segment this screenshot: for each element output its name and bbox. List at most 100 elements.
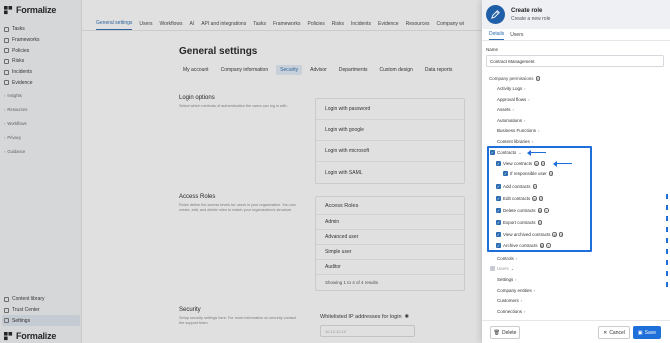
checkbox-checked[interactable]: ✓ xyxy=(496,243,501,248)
perm-business-functions[interactable]: Business Functions › xyxy=(497,128,539,133)
chevron-down-icon[interactable]: ⌄ xyxy=(518,150,521,155)
help-icon[interactable]: ? xyxy=(537,220,543,225)
help-icon[interactable]: ? xyxy=(532,184,538,189)
perm-export-contracts[interactable]: ✓ Export contracts? xyxy=(496,220,543,225)
trash-icon: 🗑 xyxy=(493,329,500,336)
delete-button[interactable]: 🗑 Delete xyxy=(490,326,520,339)
perm-label: Add contracts xyxy=(503,184,531,189)
permissions-label: Company permissions ? xyxy=(489,76,541,81)
help-icon[interactable]: ? xyxy=(538,196,544,201)
chevron-right-icon[interactable]: › xyxy=(513,107,514,112)
perm-view-archived-contracts[interactable]: ✓ View archived contracts ⚙? xyxy=(496,232,564,237)
chevron-right-icon[interactable]: › xyxy=(524,309,525,314)
checkbox-checked[interactable]: ✓ xyxy=(496,196,501,201)
save-icon: ▣ xyxy=(637,329,643,336)
checkbox-checked[interactable]: ✓ xyxy=(496,161,501,166)
settings-gear-icon[interactable]: ⚙ xyxy=(532,196,537,201)
cancel-label: Cancel xyxy=(609,329,625,336)
role-name-input[interactable]: Contract Management xyxy=(486,55,664,67)
perm-label: Connections xyxy=(497,309,523,314)
tab-details[interactable]: Details xyxy=(489,31,505,40)
chevron-right-icon[interactable]: › xyxy=(528,97,529,102)
perm-label: Approval flows xyxy=(497,97,527,102)
annotation-arrow xyxy=(553,159,572,169)
perm-users[interactable]: Users ⌄ xyxy=(490,266,514,271)
checkbox-checked[interactable]: ✓ xyxy=(503,171,508,176)
perm-if-responsible-user[interactable]: ✓ If responsible user? xyxy=(503,171,554,176)
help-icon[interactable]: ? xyxy=(558,232,564,237)
settings-gear-icon[interactable]: ⚙ xyxy=(537,208,543,213)
panel-subtitle: Create a new role xyxy=(511,15,551,22)
perm-company-entities[interactable]: Company entities › xyxy=(497,288,535,293)
perm-automations[interactable]: Automations › xyxy=(497,118,525,123)
chevron-right-icon[interactable]: › xyxy=(521,298,522,303)
save-label: Save xyxy=(644,329,657,336)
pen-icon xyxy=(486,5,505,24)
checkbox-partial[interactable] xyxy=(490,266,495,271)
perm-edit-contracts[interactable]: ✓ Edit contracts ⚙? xyxy=(496,196,544,201)
perm-activity-logs[interactable]: Activity Logs › xyxy=(497,86,526,91)
perm-label: Controls xyxy=(497,256,514,261)
tab-users[interactable]: Users xyxy=(510,32,523,40)
settings-gear-icon[interactable]: ⚙ xyxy=(552,232,557,237)
perm-label: Users xyxy=(497,266,509,271)
checkbox-checked[interactable]: ✓ xyxy=(490,150,495,155)
perm-contracts[interactable]: ✓ Contracts ⌄ xyxy=(490,150,522,155)
perm-label: Assets xyxy=(497,107,511,112)
perm-label: Company entities xyxy=(497,288,532,293)
perm-label: View contracts xyxy=(503,161,533,166)
chevron-right-icon[interactable]: › xyxy=(538,128,539,133)
help-icon[interactable]: ? xyxy=(548,171,554,176)
save-button[interactable]: ▣ Save xyxy=(633,326,661,339)
checkbox-checked[interactable]: ✓ xyxy=(496,220,501,225)
help-icon[interactable]: ? xyxy=(535,76,541,81)
perm-connections[interactable]: Connections › xyxy=(497,309,525,314)
perm-settings[interactable]: Settings › xyxy=(497,277,517,282)
perm-label: Settings xyxy=(497,277,514,282)
perm-archive-contracts[interactable]: ✓ Archive contracts ⚙? xyxy=(496,243,551,248)
chevron-right-icon[interactable]: › xyxy=(524,118,525,123)
perm-label: Content libraries xyxy=(497,139,530,144)
perm-label: If responsible user xyxy=(510,171,547,176)
checkbox-checked[interactable]: ✓ xyxy=(496,184,501,189)
chevron-right-icon[interactable]: › xyxy=(532,139,533,144)
annotation-arrow xyxy=(527,148,546,158)
perm-label: Export contracts xyxy=(503,220,536,225)
cancel-button[interactable]: ✕ Cancel xyxy=(598,326,630,339)
chevron-down-icon[interactable]: ⌄ xyxy=(511,266,514,271)
perm-approval-flows[interactable]: Approval flows › xyxy=(497,97,530,102)
help-icon[interactable]: ? xyxy=(546,243,551,248)
checkbox-checked[interactable]: ✓ xyxy=(496,232,501,237)
modal-backdrop[interactable] xyxy=(0,0,482,343)
perm-label: Customers xyxy=(497,298,519,303)
delete-label: Delete xyxy=(501,329,517,336)
scroll-indicators[interactable] xyxy=(666,194,668,314)
chevron-right-icon[interactable]: › xyxy=(524,86,525,91)
perm-label: View archived contracts xyxy=(503,232,551,237)
perm-label: Business Functions xyxy=(497,128,537,133)
help-icon[interactable]: ? xyxy=(540,161,546,166)
chevron-right-icon[interactable]: › xyxy=(516,256,517,261)
settings-gear-icon[interactable]: ⚙ xyxy=(539,243,545,248)
perm-controls[interactable]: Controls › xyxy=(497,256,517,261)
name-label: Name xyxy=(486,47,499,52)
perm-add-contracts[interactable]: ✓ Add contracts? xyxy=(496,184,538,189)
perm-assets[interactable]: Assets › xyxy=(497,107,514,112)
perm-label: Automations xyxy=(497,118,523,123)
checkbox-checked[interactable]: ✓ xyxy=(496,208,501,213)
perm-label: Delete contracts xyxy=(503,208,536,213)
perm-customers[interactable]: Customers › xyxy=(497,298,522,303)
panel-title: Create role xyxy=(511,7,543,14)
chevron-right-icon[interactable]: › xyxy=(515,277,516,282)
settings-gear-icon[interactable]: ⚙ xyxy=(534,161,539,166)
perm-view-contracts[interactable]: ✓ View contracts ⚙? xyxy=(496,161,546,166)
chevron-right-icon[interactable]: › xyxy=(534,288,535,293)
close-icon: ✕ xyxy=(603,329,608,336)
perm-label: Contracts xyxy=(497,150,517,155)
help-icon[interactable]: ? xyxy=(544,208,549,213)
perm-content-libraries[interactable]: Content libraries › xyxy=(497,139,533,144)
perm-label: Archive contracts xyxy=(503,243,538,248)
permissions-label-text: Company permissions xyxy=(489,76,534,81)
perm-label: Edit contracts xyxy=(503,196,531,201)
perm-delete-contracts[interactable]: ✓ Delete contracts ⚙? xyxy=(496,208,549,213)
